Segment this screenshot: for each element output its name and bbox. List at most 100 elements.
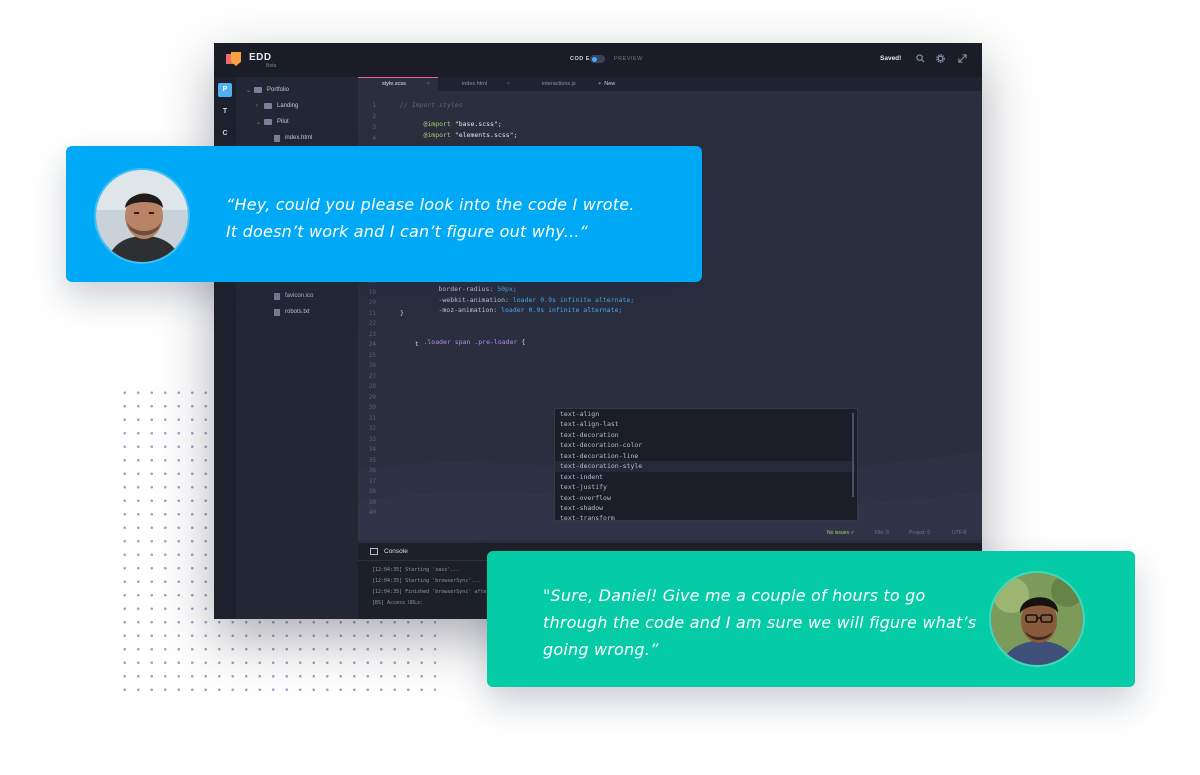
project-issues-count: Project: 0	[909, 530, 931, 536]
templates-tab-button[interactable]: T	[218, 105, 232, 119]
tree-item-label: Pilot	[277, 119, 289, 125]
autocomplete-dropdown: text-align text-align-last text-decorati…	[554, 408, 858, 522]
file-issues-count: File: 0	[875, 530, 889, 536]
line-number: 21	[368, 310, 376, 317]
file-icon	[274, 134, 280, 142]
tab-label: index.html	[462, 81, 488, 87]
status-bar: No issues ✓ File: 0 Project: 0 UTF-8	[358, 528, 982, 540]
tree-folder-pilot[interactable]: ⌄ Pilot	[256, 116, 289, 128]
line-number: 37	[368, 478, 376, 485]
autocomplete-item[interactable]: text-indent	[560, 473, 603, 481]
tree-file-robots[interactable]: robots.txt	[274, 306, 310, 318]
line-number: 4	[372, 135, 376, 142]
code-line-21: }	[400, 309, 404, 317]
autocomplete-item[interactable]: text-align	[560, 410, 599, 418]
line-number: 3	[372, 124, 376, 131]
encoding-status: UTF-8	[952, 530, 967, 536]
autocomplete-item[interactable]: text-align-last	[560, 420, 619, 428]
line-number: 23	[368, 331, 376, 338]
tab-label: style.scss	[382, 81, 406, 87]
code-property: -moz-animation:	[438, 306, 498, 314]
code-comment: // Import styles	[400, 101, 463, 109]
line-number: 2	[372, 113, 376, 120]
avatar-daniel	[94, 168, 190, 264]
file-icon	[274, 308, 280, 316]
line-number: 19	[368, 289, 376, 296]
editor-tabs: style.scss × index.html × interactions.js ×…	[358, 77, 982, 91]
plus-icon: +	[598, 81, 602, 87]
line-number: 38	[368, 488, 376, 495]
chevron-down-icon: ⌄	[246, 87, 252, 94]
chat-bubble-question: “Hey, could you please look into the cod…	[66, 146, 702, 282]
autocomplete-item[interactable]: text-decoration	[560, 431, 619, 439]
new-tab-label: New	[604, 81, 616, 87]
autocomplete-item[interactable]: text-transform	[560, 514, 615, 522]
line-number: 30	[368, 404, 376, 411]
line-number: 32	[368, 425, 376, 432]
tab-interactions-js[interactable]: interactions.js ×	[518, 77, 610, 91]
tree-item-label: favicon.ico	[285, 293, 314, 299]
folder-icon	[254, 87, 262, 93]
title-bar: EDD Beta COD E PREVIEW Saved!	[214, 43, 982, 77]
tab-label: interactions.js	[542, 81, 576, 87]
line-number: 24	[368, 341, 376, 348]
gear-icon[interactable]	[935, 54, 946, 65]
avatar-responder	[989, 571, 1085, 667]
line-number: 28	[368, 383, 376, 390]
code-keyword: @import	[423, 131, 451, 139]
tree-file-favicon[interactable]: favicon.ico	[274, 290, 313, 302]
line-number: 27	[368, 373, 376, 380]
code-line-20: -moz-animation: loader 0.9s infinite alt…	[415, 298, 622, 322]
projects-tab-button[interactable]: P	[218, 83, 232, 97]
code-selector: .loader span .pre-loader	[423, 338, 518, 346]
code-editor-window: EDD Beta COD E PREVIEW Saved! P T C ⌄ Po…	[214, 43, 982, 619]
autocomplete-item[interactable]: text-shadow	[560, 504, 603, 512]
line-number: 39	[368, 499, 376, 506]
chat-message-question: “Hey, could you please look into the cod…	[226, 195, 635, 241]
close-icon[interactable]: ×	[507, 77, 510, 91]
tree-item-label: index.html	[285, 135, 313, 141]
folder-icon	[264, 119, 272, 125]
tree-item-label: Landing	[277, 103, 299, 109]
autocomplete-item[interactable]: text-overflow	[560, 494, 611, 502]
tab-index-html[interactable]: index.html ×	[438, 77, 518, 91]
line-number: 34	[368, 446, 376, 453]
line-number: 35	[368, 457, 376, 464]
tree-folder-portfolio[interactable]: ⌄ Portfolio	[246, 84, 289, 96]
autocomplete-item[interactable]: text-justify	[560, 483, 607, 491]
line-number: 36	[368, 467, 376, 474]
close-icon[interactable]: ×	[427, 78, 430, 90]
search-icon[interactable]	[915, 54, 926, 65]
tree-folder-landing[interactable]: › Landing	[256, 100, 298, 112]
autocomplete-item[interactable]: text-decoration-style	[560, 462, 642, 470]
line-number: 26	[368, 362, 376, 369]
issues-status: No issues ✓	[827, 530, 855, 536]
new-tab-button[interactable]: + New	[598, 77, 615, 91]
chevron-right-icon: ›	[256, 103, 258, 109]
line-number: 33	[368, 436, 376, 443]
tree-item-label: robots.txt	[285, 309, 310, 315]
code-string: "elements.scss";	[454, 131, 518, 139]
preview-mode-label: PREVIEW	[614, 56, 643, 62]
console-title: Console	[384, 548, 408, 555]
scrollbar[interactable]	[852, 413, 854, 497]
line-number: 22	[368, 320, 376, 327]
line-number: 1	[372, 102, 376, 109]
console-line: [12:04:35] Finished 'browserSync' after	[372, 589, 490, 595]
app-subtitle: Beta	[266, 63, 277, 69]
components-tab-button[interactable]: C	[218, 127, 232, 141]
code-preview-toggle[interactable]	[590, 55, 605, 63]
code-value: loader 0.9s infinite alternate;	[501, 306, 623, 314]
save-status: Saved!	[880, 55, 902, 62]
autocomplete-item[interactable]: text-decoration-color	[560, 441, 642, 449]
expand-icon[interactable]	[957, 54, 968, 65]
console-line: [12:04:35] Starting 'browserSync'...	[372, 578, 481, 584]
autocomplete-item[interactable]: text-decoration-line	[560, 452, 638, 460]
code-import-line: @import "elements.scss";	[400, 123, 517, 147]
tree-file-index[interactable]: index.html	[274, 132, 312, 144]
file-icon	[274, 292, 280, 300]
line-number: 20	[368, 299, 376, 306]
app-logo-icon	[226, 52, 242, 68]
tab-style-scss[interactable]: style.scss ×	[358, 77, 438, 91]
chat-message-answer: "Sure, Daniel! Give me a couple of hours…	[543, 586, 977, 659]
